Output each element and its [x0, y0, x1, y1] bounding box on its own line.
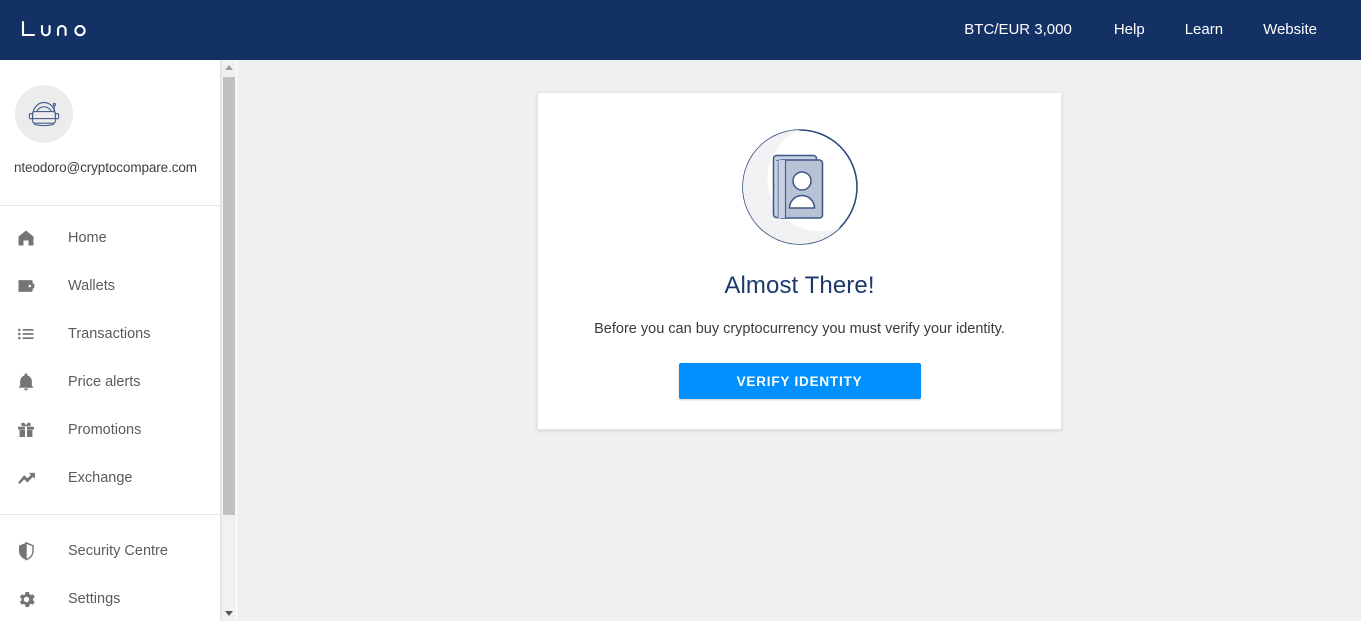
scroll-up-arrow-glyph [225, 65, 233, 70]
app-root: BTC/EUR 3,000 Help Learn Website nteodor… [0, 0, 1361, 621]
scroll-down-arrow-icon[interactable] [222, 606, 236, 621]
nav-help[interactable]: Help [1094, 0, 1165, 60]
sidebar-primary-nav: Home Wallets Transactions Price alerts P… [0, 206, 220, 502]
sidebar-item-label: Wallets [68, 278, 115, 294]
sidebar-secondary-nav: Security Centre Settings [0, 514, 220, 621]
sidebar-item-label: Security Centre [68, 543, 168, 559]
verify-identity-card: Almost There! Before you can buy cryptoc… [537, 92, 1062, 430]
sidebar-item-transactions[interactable]: Transactions [0, 310, 220, 358]
profile-section: nteodoro@cryptocompare.com [0, 60, 220, 206]
gear-icon [14, 587, 38, 611]
card-title: Almost There! [724, 272, 875, 299]
nav-learn[interactable]: Learn [1165, 0, 1243, 60]
luno-logo[interactable] [20, 16, 112, 44]
sidebar-item-price-alerts[interactable]: Price alerts [0, 358, 220, 406]
sidebar-item-security-centre[interactable]: Security Centre [0, 527, 220, 575]
nav-website[interactable]: Website [1243, 0, 1361, 60]
sidebar-item-label: Price alerts [68, 374, 141, 390]
top-header: BTC/EUR 3,000 Help Learn Website [0, 0, 1361, 60]
sidebar: nteodoro@cryptocompare.com Home Wallets [0, 60, 221, 621]
verify-identity-button[interactable]: VERIFY IDENTITY [678, 363, 921, 399]
bell-icon [14, 370, 38, 394]
sidebar-item-label: Promotions [68, 422, 142, 438]
id-document-person-icon [740, 127, 860, 247]
avatar[interactable] [15, 85, 73, 143]
sidebar-item-promotions[interactable]: Promotions [0, 406, 220, 454]
astronaut-helmet-icon [24, 94, 64, 134]
sidebar-scrollbar[interactable] [221, 60, 236, 621]
sidebar-item-label: Settings [68, 591, 121, 607]
scroll-up-arrow-icon[interactable] [222, 60, 236, 75]
sidebar-item-home[interactable]: Home [0, 214, 220, 262]
list-icon [14, 322, 38, 346]
sidebar-item-wallets[interactable]: Wallets [0, 262, 220, 310]
sidebar-item-label: Transactions [68, 326, 151, 342]
sidebar-item-label: Exchange [68, 470, 133, 486]
home-icon [14, 226, 38, 250]
trending-up-icon [14, 466, 38, 490]
sidebar-item-label: Home [68, 230, 107, 246]
gift-icon [14, 418, 38, 442]
price-ticker[interactable]: BTC/EUR 3,000 [944, 0, 1094, 60]
scroll-down-arrow-glyph [225, 611, 233, 616]
main-content: Almost There! Before you can buy cryptoc… [237, 60, 1361, 621]
top-navigation: BTC/EUR 3,000 Help Learn Website [944, 0, 1361, 60]
scrollbar-thumb[interactable] [223, 77, 235, 515]
sidebar-item-settings[interactable]: Settings [0, 575, 220, 621]
sidebar-item-exchange[interactable]: Exchange [0, 454, 220, 502]
shield-icon [14, 539, 38, 563]
card-description: Before you can buy cryptocurrency you mu… [594, 321, 1005, 337]
profile-email: nteodoro@cryptocompare.com [14, 160, 197, 175]
wallet-icon [14, 274, 38, 298]
